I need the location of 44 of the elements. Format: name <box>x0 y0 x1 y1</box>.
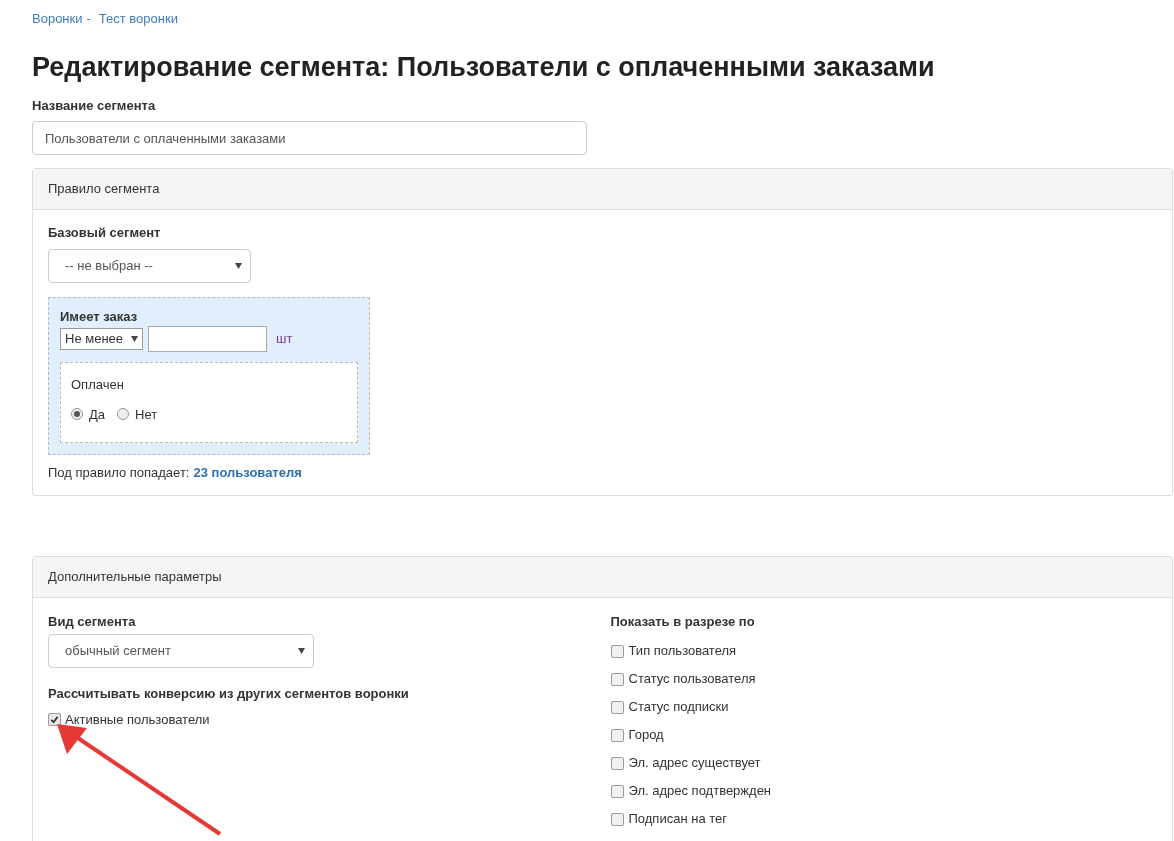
checkbox[interactable] <box>610 756 624 770</box>
radio-label: Нет <box>135 405 158 424</box>
radio-button[interactable] <box>71 408 83 421</box>
count-field[interactable] <box>148 326 268 352</box>
radio-button[interactable] <box>117 408 130 421</box>
caret-icon <box>235 262 242 269</box>
breadcrumb-link[interactable]: Воронки <box>32 9 83 29</box>
caret-icon <box>298 648 305 654</box>
caret-icon <box>131 336 139 342</box>
segment-name-field[interactable]: Пользователи с оплаченными заказами <box>32 121 587 155</box>
checkbox-label: Эл. адрес подтвержден <box>628 782 772 801</box>
users-count-link[interactable]: 23 пользователя <box>193 463 302 483</box>
checkbox-label: Статус подписки <box>628 698 729 717</box>
panel-header: Дополнительные параметры <box>33 556 1172 598</box>
checkbox-label: Эл. адрес существует <box>628 754 761 773</box>
result-text: Под правило попадает: <box>48 464 190 482</box>
page-title: Редактирование сегмента: Пользователи с оплаченными заказами <box>32 50 936 84</box>
condition-title: Имеет заказ <box>60 307 139 326</box>
checkbox[interactable] <box>610 700 624 714</box>
breadcrumb-separator: - <box>86 10 91 28</box>
operator-select[interactable]: Не менее <box>60 328 144 350</box>
checkbox-label: Активные пользователи <box>65 710 210 729</box>
breadcrumb-link[interactable]: Тест воронки <box>98 9 178 29</box>
checkbox[interactable] <box>48 712 61 726</box>
unit-label: шт <box>276 330 293 349</box>
checkbox-label: Город <box>628 726 664 745</box>
field-label: Рассчитывать конверсию из других сегментов воронки <box>48 685 410 703</box>
segment-type-select[interactable]: обычный сегмент <box>48 634 314 668</box>
field-label: Базовый сегмент <box>48 224 162 242</box>
checkbox[interactable] <box>610 812 624 826</box>
checkbox[interactable] <box>610 784 624 798</box>
field-label: Вид сегмента <box>48 612 137 631</box>
checkbox[interactable] <box>610 728 624 742</box>
base-segment-select[interactable]: -- не выбран -- <box>48 248 251 283</box>
checkbox[interactable] <box>610 672 624 686</box>
panel-header: Правило сегмента <box>33 169 1172 210</box>
checkbox-label: Подписан на тег <box>628 810 727 829</box>
condition-label: Оплачен <box>71 376 125 394</box>
field-label: Название сегмента <box>32 96 157 115</box>
checkbox-label: Статус пользователя <box>628 670 756 689</box>
checkbox[interactable] <box>610 644 624 658</box>
radio-label: Да <box>89 405 106 424</box>
checkbox-label: Тип пользователя <box>628 642 737 661</box>
field-label: Показать в разрезе по <box>610 612 756 631</box>
